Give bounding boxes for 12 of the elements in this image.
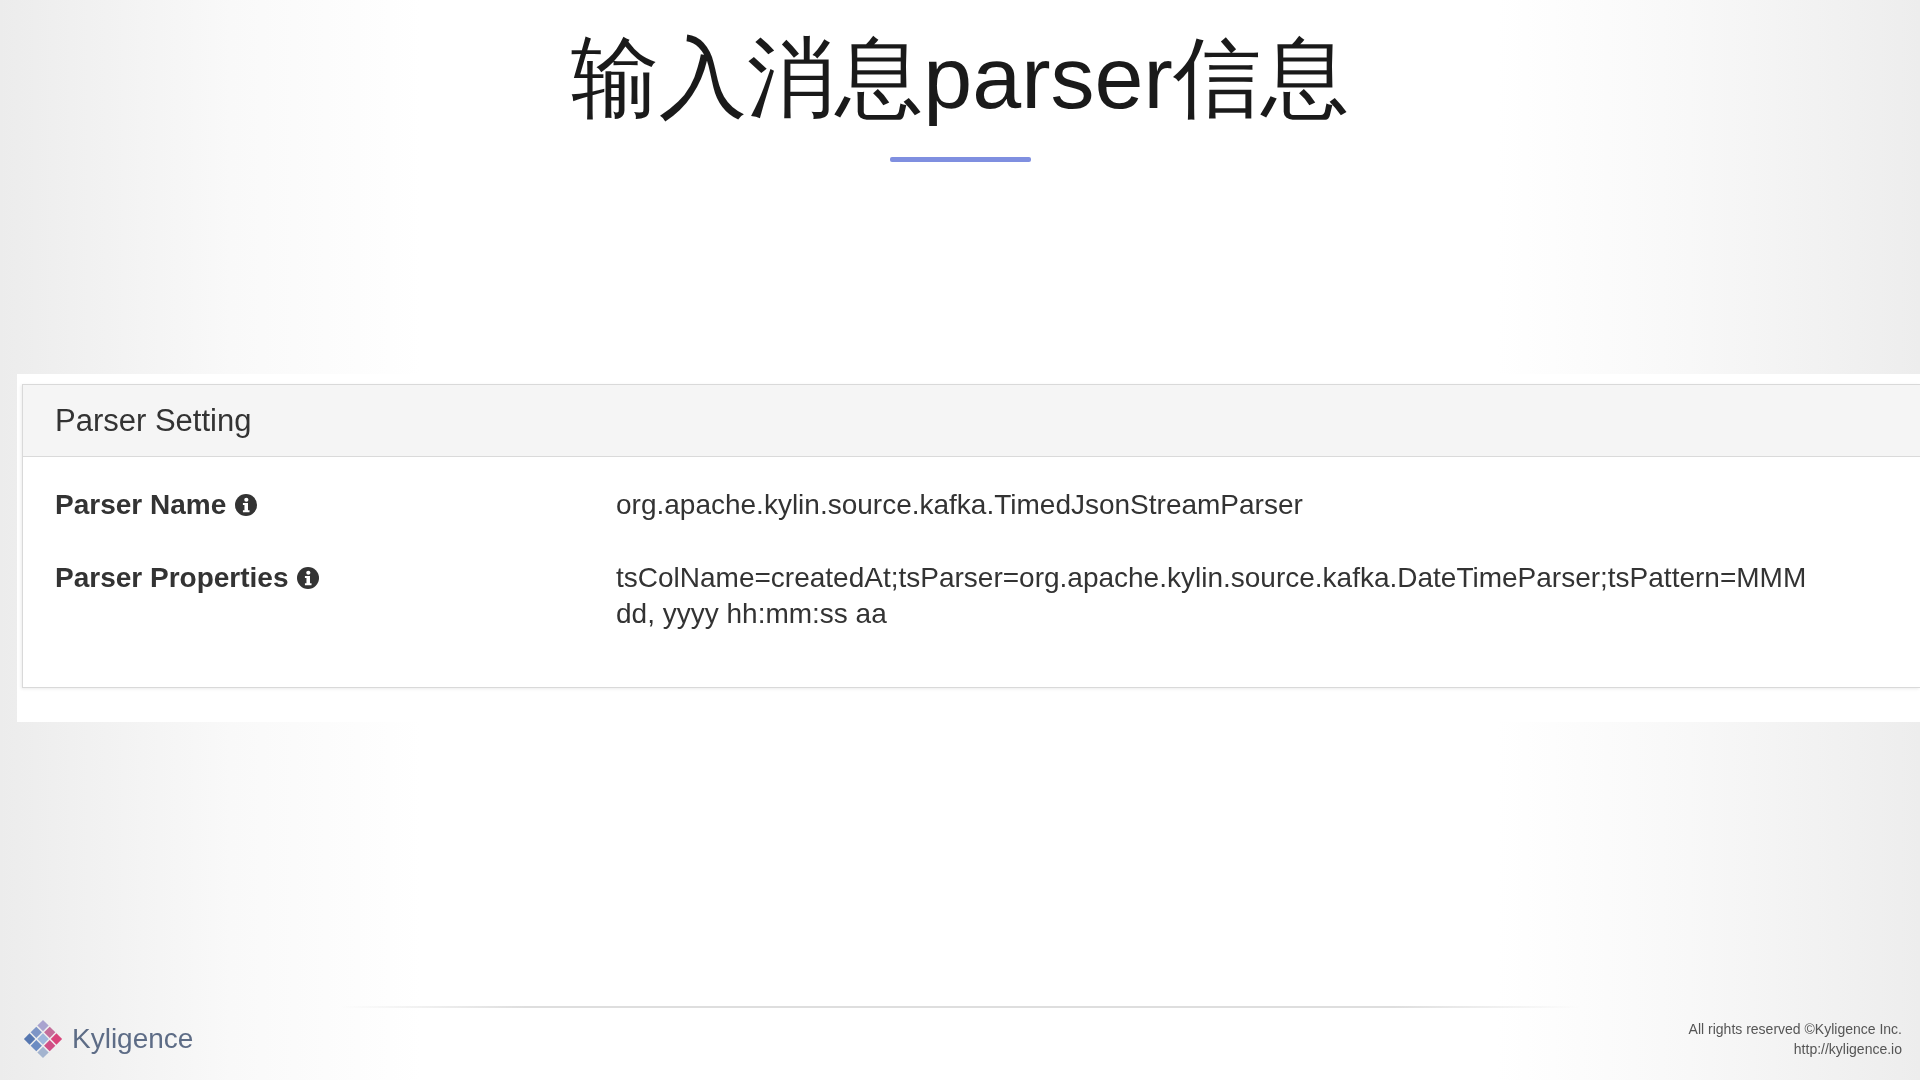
field-label: Parser Name <box>55 489 227 521</box>
brand-name: Kyligence <box>72 1023 194 1055</box>
website-url: http://kyligence.io <box>1793 1040 1902 1059</box>
info-icon <box>235 494 258 516</box>
panel-title: Parser Setting <box>55 402 252 439</box>
slide-title: 输入消息parser信息 <box>571 27 1349 129</box>
field-value: org.apache.kylin.source.kafka.TimedJsonStreamParser <box>616 488 1304 522</box>
field-label: Parser Properties <box>55 562 289 594</box>
info-icon <box>297 567 320 589</box>
copyright-text: All rights reserved ©Kyligence Inc. <box>1688 1020 1902 1039</box>
logo-icon <box>22 1018 64 1060</box>
field-value: tsColName=createdAt;tsParser=org.apache.kylin.source.kafka.DateTimeParser;tsPattern=MMM dd, yyyy hh:mm:ss aa <box>616 561 1808 631</box>
